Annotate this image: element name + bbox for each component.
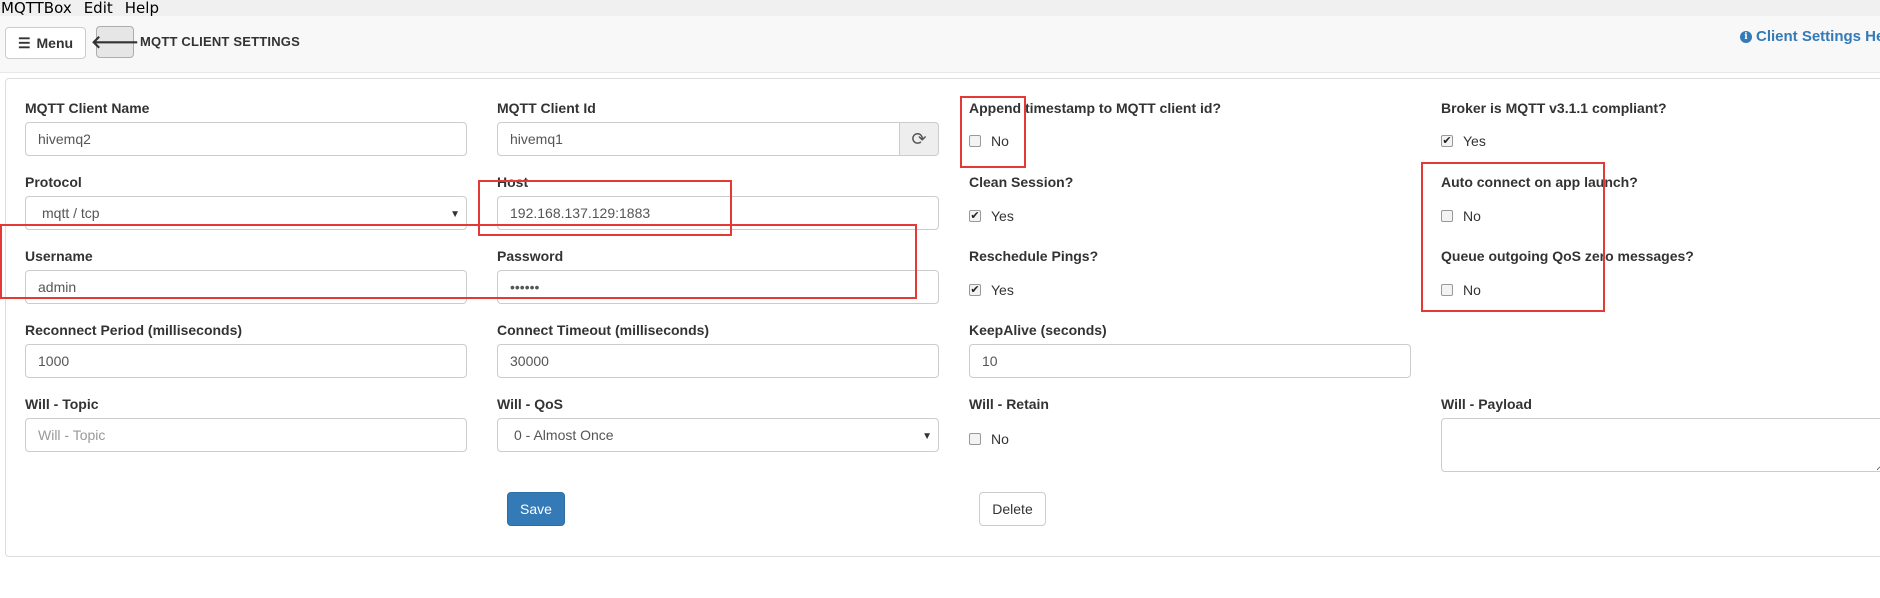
back-button[interactable]: 🡐 — [91, 26, 139, 58]
queue-qos-zero-label: Queue outgoing QoS zero messages? — [1441, 248, 1694, 264]
menubar-item-mqttbox[interactable]: MQTTBox — [1, 0, 72, 16]
hamburger-icon: ☰ — [17, 34, 31, 51]
top-toolbar: ☰ Menu 🡐 MQTT CLIENT SETTINGS i Client S… — [0, 16, 1880, 73]
checkbox-unchecked-icon — [969, 433, 981, 445]
arrow-left-icon: 🡐 — [90, 31, 140, 52]
caret-down-icon: ▼ — [450, 209, 460, 220]
will-retain-label: Will - Retain — [969, 396, 1049, 412]
client-name-input[interactable] — [25, 122, 467, 156]
checkbox-checked-icon: ✔ — [969, 284, 981, 296]
save-button[interactable]: Save — [507, 492, 565, 526]
menu-button-label: Menu — [36, 35, 74, 51]
protocol-select[interactable]: mqtt / tcp ▼ — [25, 196, 467, 230]
will-retain-option: No — [991, 431, 1009, 447]
delete-button[interactable]: Delete — [979, 492, 1046, 526]
regenerate-client-id-button[interactable]: ⟳ — [899, 122, 939, 156]
clean-session-option: Yes — [991, 208, 1014, 224]
host-label: Host — [497, 174, 529, 190]
help-link-label: Client Settings He — [1756, 28, 1880, 45]
checkbox-checked-icon: ✔ — [1441, 135, 1453, 147]
will-retain-checkbox[interactable]: No — [969, 431, 1009, 447]
app-menubar: MQTTBox Edit Help — [0, 0, 1880, 16]
password-label: Password — [497, 248, 564, 264]
append-timestamp-option: No — [991, 133, 1009, 149]
broker-compliant-label: Broker is MQTT v3.1.1 compliant? — [1441, 100, 1667, 116]
checkbox-unchecked-icon — [969, 135, 981, 147]
will-qos-selected-value: 0 - Almost Once — [514, 427, 614, 443]
client-id-input[interactable] — [497, 122, 900, 156]
reschedule-pings-option: Yes — [991, 282, 1014, 298]
client-name-label: MQTT Client Name — [25, 100, 150, 116]
menu-button[interactable]: ☰ Menu — [5, 27, 86, 59]
reconnect-period-label: Reconnect Period (milliseconds) — [25, 322, 243, 338]
clean-session-label: Clean Session? — [969, 174, 1074, 190]
username-input[interactable] — [25, 270, 467, 304]
auto-connect-label: Auto connect on app launch? — [1441, 174, 1638, 190]
broker-compliant-option: Yes — [1463, 133, 1486, 149]
refresh-icon: ⟳ — [911, 128, 927, 149]
auto-connect-option: No — [1463, 208, 1481, 224]
will-qos-label: Will - QoS — [497, 396, 563, 412]
keepalive-label: KeepAlive (seconds) — [969, 322, 1107, 338]
will-payload-textarea[interactable] — [1441, 418, 1880, 472]
reschedule-pings-checkbox[interactable]: ✔ Yes — [969, 282, 1014, 298]
broker-compliant-checkbox[interactable]: ✔ Yes — [1441, 133, 1486, 149]
will-qos-select[interactable]: 0 - Almost Once ▼ — [497, 418, 939, 452]
queue-qos-zero-checkbox[interactable]: No — [1441, 282, 1481, 298]
caret-down-icon: ▼ — [922, 431, 932, 442]
menubar-item-edit[interactable]: Edit — [84, 0, 113, 16]
protocol-selected-value: mqtt / tcp — [42, 205, 100, 221]
reconnect-period-input[interactable] — [25, 344, 467, 378]
keepalive-input[interactable] — [969, 344, 1411, 378]
will-topic-input[interactable] — [25, 418, 467, 452]
clean-session-checkbox[interactable]: ✔ Yes — [969, 208, 1014, 224]
will-payload-label: Will - Payload — [1441, 396, 1532, 412]
checkbox-checked-icon: ✔ — [969, 210, 981, 222]
reschedule-pings-label: Reschedule Pings? — [969, 248, 1099, 264]
page-title: MQTT CLIENT SETTINGS — [140, 34, 300, 49]
checkbox-unchecked-icon — [1441, 284, 1453, 296]
auto-connect-checkbox[interactable]: No — [1441, 208, 1481, 224]
checkbox-unchecked-icon — [1441, 210, 1453, 222]
protocol-label: Protocol — [25, 174, 82, 190]
username-label: Username — [25, 248, 93, 264]
connect-timeout-input[interactable] — [497, 344, 939, 378]
client-settings-help-link[interactable]: i Client Settings He — [1740, 28, 1880, 45]
menubar-item-help[interactable]: Help — [125, 0, 159, 16]
append-timestamp-checkbox[interactable]: No — [969, 133, 1009, 149]
will-topic-label: Will - Topic — [25, 396, 99, 412]
append-timestamp-label: Append timestamp to MQTT client id? — [969, 100, 1221, 116]
host-input[interactable] — [497, 196, 939, 230]
connect-timeout-label: Connect Timeout (milliseconds) — [497, 322, 710, 338]
queue-qos-zero-option: No — [1463, 282, 1481, 298]
password-input[interactable] — [497, 270, 939, 304]
info-icon: i — [1740, 30, 1752, 43]
client-id-label: MQTT Client Id — [497, 100, 596, 116]
